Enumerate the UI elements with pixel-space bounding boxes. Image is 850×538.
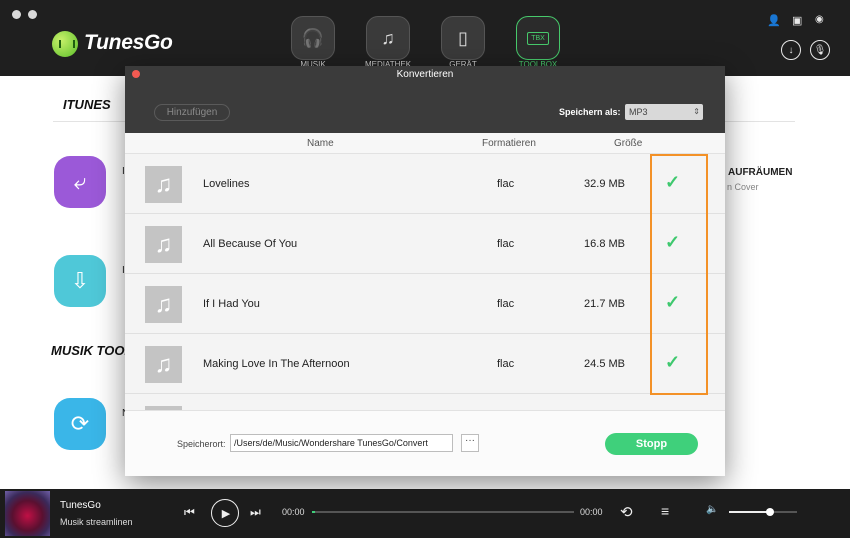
location-field[interactable]: /Users/de/Music/Wondershare TunesGo/Conv… [230, 434, 453, 452]
track-format: flac [497, 298, 515, 310]
track-format: flac [497, 178, 515, 190]
table-row[interactable]: ♫ All Because Of You flac 16.8 MB ✓ [125, 214, 725, 274]
player-subtitle: Musik streamlinen [60, 517, 133, 527]
track-name: All Because Of You [203, 238, 298, 250]
track-name: Making Love In The Afternoon [203, 358, 350, 370]
browse-button[interactable]: ··· [461, 434, 479, 452]
track-size: 24.5 MB [584, 358, 625, 370]
time-total: 00:00 [580, 507, 603, 517]
progress-fill [312, 511, 315, 513]
track-name: If I Had You [203, 298, 260, 310]
location-label: Speicherort: [177, 439, 226, 449]
music-note-icon: ♫ [145, 346, 182, 383]
playlist-icon[interactable]: ≡ [661, 503, 669, 519]
tab-mediathek[interactable]: ♫ [366, 16, 410, 60]
toolbox-icon: TBX [527, 31, 549, 45]
user-icon[interactable]: 👤 [767, 14, 781, 27]
music-note-icon: ♫ [145, 166, 182, 203]
add-button[interactable]: Hinzufügen [154, 104, 230, 121]
previous-icon[interactable]: ⏮ [184, 505, 195, 520]
play-button[interactable]: ▶ [211, 499, 239, 527]
time-current: 00:00 [282, 507, 305, 517]
toggle-icon[interactable]: ◉ [815, 14, 824, 25]
dialog-footer: Speicherort: /Users/de/Music/Wondershare… [125, 410, 725, 476]
dialog-title: Konvertieren [396, 69, 454, 80]
itunes-export-icon[interactable]: ⇩ [54, 255, 106, 307]
headphones-icon: 🎧 [301, 27, 325, 48]
status-highlight-box [650, 154, 708, 395]
message-icon[interactable]: ▣ [792, 14, 802, 27]
table-row[interactable]: ♫ Lovelines flac 32.9 MB ✓ [125, 154, 725, 214]
table-row-partial[interactable]: ♫ [125, 394, 725, 410]
volume-knob[interactable] [765, 508, 774, 516]
section-musik-tools: MUSIK TOOL [51, 343, 133, 358]
convert-dialog: Konvertieren Hinzufügen Speichern als: M… [125, 66, 725, 476]
dialog-header: Konvertieren Hinzufügen Speichern als: M… [125, 66, 725, 133]
album-art[interactable] [5, 491, 50, 536]
microphone-icon[interactable]: 🎙 [810, 40, 830, 60]
volume-icon[interactable]: 🔈 [706, 504, 718, 515]
track-size: 16.8 MB [584, 238, 625, 250]
top-bar: TunesGo 🎧 MUSIK ♫ MEDIATHEK ▯ GERÄT TBX … [0, 0, 850, 76]
tab-musik[interactable]: 🎧 [291, 16, 335, 60]
play-icon: ▶ [221, 507, 231, 520]
column-size: Größe [614, 138, 643, 149]
progress-bar[interactable] [312, 511, 574, 513]
music-library-icon: ♫ [381, 27, 395, 48]
window-minimize-dot[interactable] [28, 10, 37, 19]
table-row[interactable]: ♫ Making Love In The Afternoon flac 24.5… [125, 334, 725, 394]
repeat-icon[interactable]: ⟲ [620, 503, 633, 521]
save-as-select[interactable]: MP3 ⇕ [625, 104, 703, 120]
track-format: flac [497, 238, 515, 250]
music-note-icon: ♫ [145, 286, 182, 323]
chevron-updown-icon: ⇕ [693, 107, 700, 116]
cleanup-subtitle: n Cover [727, 182, 759, 192]
tab-geraet[interactable]: ▯ [441, 16, 485, 60]
window-close-dot[interactable] [12, 10, 21, 19]
convert-tool-icon[interactable]: ⟳ [54, 398, 106, 450]
player-title: TunesGo [60, 500, 101, 511]
download-icon[interactable]: ↓ [781, 40, 801, 60]
track-list: ♫ Lovelines flac 32.9 MB ✓ ♫ All Because… [125, 154, 725, 410]
player-bar: TunesGo Musik streamlinen ⏮ ▶ ⏭ 00:00 00… [0, 489, 850, 538]
table-row[interactable]: ♫ If I Had You flac 21.7 MB ✓ [125, 274, 725, 334]
column-name: Name [307, 138, 334, 149]
stop-button[interactable]: Stopp [605, 433, 698, 455]
tunesgo-logo-icon [52, 31, 78, 57]
table-header: Name Formatieren Größe [125, 133, 725, 154]
volume-slider[interactable] [729, 508, 797, 516]
save-as-value: MP3 [629, 107, 648, 117]
track-format: flac [497, 358, 515, 370]
track-name: Lovelines [203, 178, 250, 190]
section-itunes: ITUNES [63, 97, 111, 112]
phone-icon: ▯ [458, 27, 468, 48]
itunes-import-icon[interactable]: ⤶ [54, 156, 106, 208]
track-size: 21.7 MB [584, 298, 625, 310]
music-note-icon: ♫ [145, 226, 182, 263]
column-format: Formatieren [482, 138, 536, 149]
next-icon[interactable]: ⏭ [250, 505, 261, 520]
track-size: 32.9 MB [584, 178, 625, 190]
cleanup-title: AUFRÄUMEN [728, 167, 793, 178]
app-name: TunesGo [84, 31, 173, 54]
save-as-label: Speichern als: [559, 107, 621, 117]
tab-toolbox[interactable]: TBX [516, 16, 560, 60]
volume-fill [729, 511, 770, 513]
